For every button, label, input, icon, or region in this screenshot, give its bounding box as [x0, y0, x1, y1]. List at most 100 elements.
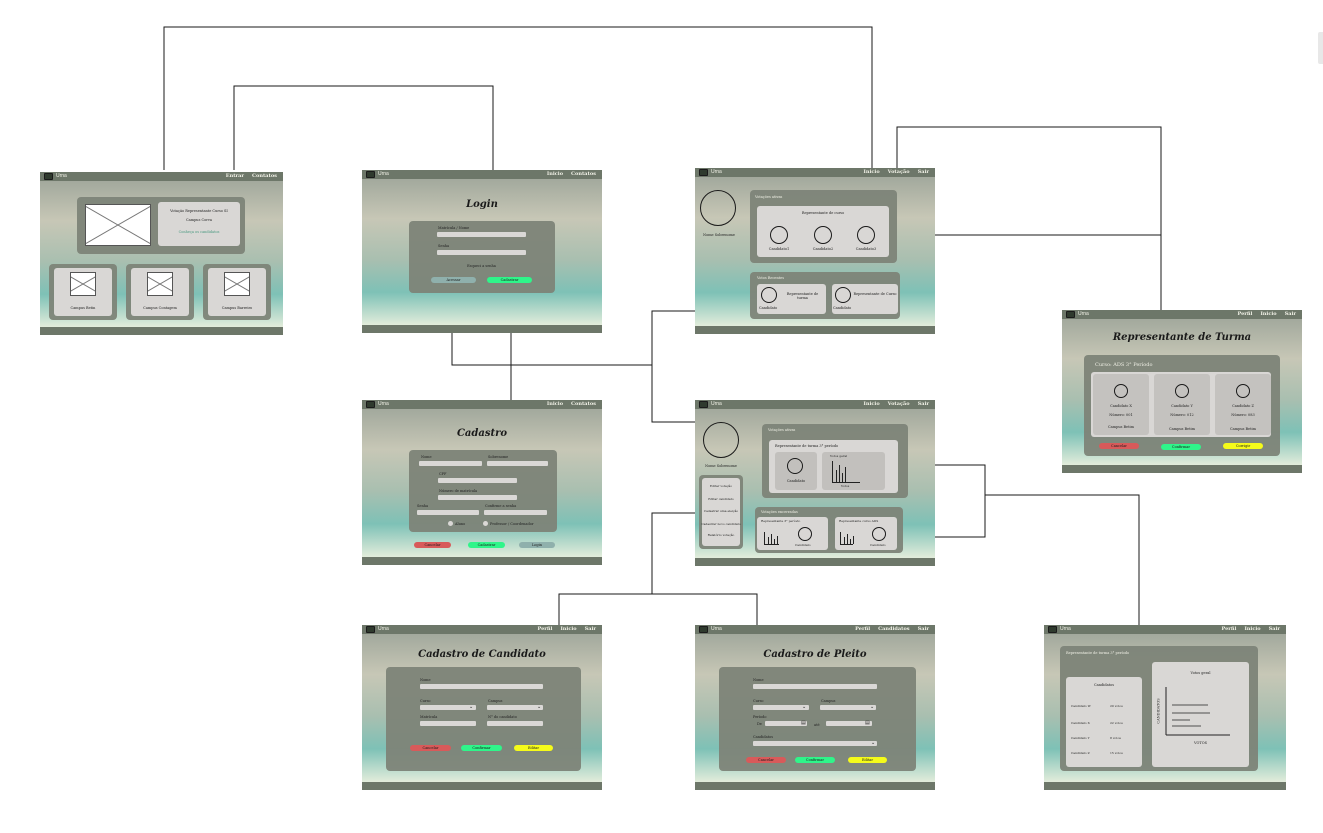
page-title: Representante de Turma: [1112, 332, 1252, 343]
screen-register: Urna Inicio Contatos Cadastro Nome Sobre…: [362, 400, 602, 565]
register-button[interactable]: Cadastrar: [468, 542, 505, 548]
app-name: Urna: [711, 401, 722, 407]
candidate-form-panel: [386, 667, 581, 771]
top-nav: Entrar Contatos: [226, 172, 277, 181]
curso-select[interactable]: [420, 705, 476, 710]
menu-edit-candidate[interactable]: Editar candidato: [702, 497, 740, 501]
banner-campus: Campus Corva: [185, 218, 212, 222]
chart-icon-bar: [774, 539, 775, 544]
nav-sair[interactable]: Sair: [918, 625, 929, 634]
nav-inicio[interactable]: Inicio: [560, 625, 576, 634]
nav-sair[interactable]: Sair: [1285, 310, 1296, 319]
nome-field[interactable]: [419, 461, 482, 466]
ended1-chart-icon: [764, 532, 779, 545]
cancel-button[interactable]: Cancelar: [746, 757, 786, 763]
candidate-number-field[interactable]: [487, 721, 543, 726]
confirm-button[interactable]: Confirmar: [461, 745, 502, 751]
radio-professor[interactable]: [483, 521, 488, 526]
confirm-button[interactable]: Confirmar: [1161, 444, 1201, 450]
nav-votacao[interactable]: Votação: [888, 400, 910, 409]
menu-report[interactable]: Relatório votação: [702, 533, 740, 537]
curso-select[interactable]: [753, 705, 809, 710]
password-field[interactable]: [437, 250, 526, 255]
edit-button[interactable]: Editar: [848, 757, 887, 763]
campus-chevron-down-icon: ⌄: [537, 704, 542, 710]
votes-chart-title: Votos geral: [1190, 671, 1211, 675]
nav-contatos[interactable]: Contatos: [571, 170, 596, 179]
cancel-button[interactable]: Cancelar: [1099, 443, 1139, 449]
radio-aluno-label: Aluno: [455, 522, 466, 526]
username-field[interactable]: [437, 232, 526, 237]
confirm-button[interactable]: Confirmar: [795, 757, 835, 763]
campus-select[interactable]: [820, 705, 876, 710]
nav-sair[interactable]: Sair: [1269, 625, 1280, 634]
chart-icon-bar: [839, 465, 840, 482]
menu-edit-vote[interactable]: Editar votação: [702, 484, 740, 488]
nav-contatos[interactable]: Contatos: [252, 172, 277, 181]
top-nav: Inicio Votação Sair: [864, 400, 929, 409]
edge-tab: [1318, 32, 1323, 64]
edit-button[interactable]: Editar: [514, 745, 553, 751]
cpf-field[interactable]: [438, 478, 517, 483]
nav-perfil[interactable]: Perfil: [1221, 625, 1236, 634]
radio-aluno[interactable]: [448, 521, 453, 526]
chart-icon-bar: [844, 537, 845, 544]
chart-icon-bar: [847, 534, 848, 544]
radio-professor-label: Professor / Coordenador: [490, 522, 534, 526]
ended-votes-title: Votações encerradas: [761, 510, 798, 514]
app-name: Urna: [56, 173, 67, 179]
chart-icon-bar: [771, 534, 772, 544]
nav-inicio[interactable]: Inicio: [864, 168, 880, 177]
candidate2-label: Candidato2: [812, 247, 834, 251]
nav-perfil[interactable]: Perfil: [855, 625, 870, 634]
confirm-senha-field[interactable]: [484, 510, 547, 515]
cancel-button[interactable]: Cancelar: [414, 542, 451, 548]
ballot-logo-icon: [699, 401, 708, 408]
label-curso: Curso: [420, 699, 431, 703]
cancel-button[interactable]: Cancelar: [410, 745, 451, 751]
register-button[interactable]: Cadastrar: [487, 277, 532, 283]
ended2-title: Representante curso ADS: [839, 519, 879, 523]
candidatos-select[interactable]: [753, 741, 877, 746]
matricula-field[interactable]: [438, 495, 517, 500]
nav-inicio[interactable]: Inicio: [1244, 625, 1260, 634]
nav-inicio[interactable]: Inicio: [547, 400, 563, 409]
campus-barreiro-image-icon: [224, 272, 250, 296]
campus-betin-image-icon: [70, 272, 96, 296]
nav-entrar[interactable]: Entrar: [226, 172, 244, 181]
chart-icon-bar: [850, 539, 851, 544]
ballot-logo-icon: [699, 169, 708, 176]
menu-register-election[interactable]: Cadastrar uma eleição: [700, 509, 742, 513]
nav-contatos[interactable]: Contatos: [571, 400, 596, 409]
correct-button[interactable]: Corrigir: [1223, 443, 1263, 449]
nav-inicio[interactable]: Inicio: [864, 400, 880, 409]
nav-perfil[interactable]: Perfil: [1237, 310, 1252, 319]
banner-link[interactable]: Conheça os candidatos: [158, 230, 240, 234]
login-button[interactable]: Login: [519, 542, 555, 548]
chart-icon-bar: [845, 467, 846, 482]
nav-perfil[interactable]: Perfil: [537, 625, 552, 634]
nome-field[interactable]: [753, 684, 877, 689]
forgot-password-link[interactable]: Esqueci a senha: [437, 264, 526, 268]
candidate3-avatar-icon: [857, 226, 875, 244]
nav-inicio[interactable]: Inicio: [1260, 310, 1276, 319]
nome-field[interactable]: [420, 684, 543, 689]
nav-candidatos[interactable]: Candidatos: [878, 625, 909, 634]
senha-field[interactable]: [417, 510, 479, 515]
nav-sair[interactable]: Sair: [918, 400, 929, 409]
ballot-logo-icon: [1066, 311, 1075, 318]
candidate-x-avatar-icon: [1114, 384, 1128, 398]
nav-votacao[interactable]: Votação: [888, 168, 910, 177]
nav-sair[interactable]: Sair: [585, 625, 596, 634]
access-button[interactable]: Acessar: [431, 277, 476, 283]
campus-select[interactable]: [487, 705, 543, 710]
matricula-field[interactable]: [420, 721, 476, 726]
sobrenome-field[interactable]: [487, 461, 548, 466]
candidate-z-avatar-icon: [1236, 384, 1250, 398]
nav-inicio[interactable]: Inicio: [547, 170, 563, 179]
menu-register-candidate[interactable]: Cadastrar novo candidato: [700, 522, 742, 526]
label-nome: Nome: [420, 678, 431, 682]
nav-sair[interactable]: Sair: [918, 168, 929, 177]
row3-name: Candidato Y: [1071, 736, 1090, 740]
footer-bar: [362, 782, 602, 790]
